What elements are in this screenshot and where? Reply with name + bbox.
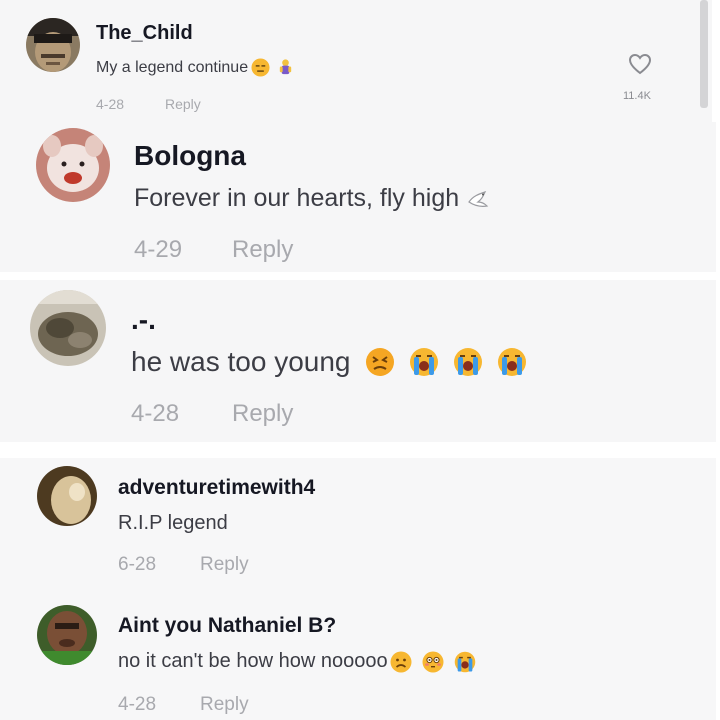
man-bowing-icon (276, 58, 295, 77)
persevering-face-icon (365, 347, 395, 377)
loudly-crying-face-icon (497, 347, 527, 377)
comment-body: R.I.P legend (118, 512, 228, 534)
loudly-crying-face-icon (409, 347, 439, 377)
like-count: 11.4K (623, 90, 651, 102)
comment-text: he was too young (131, 346, 527, 378)
avatar[interactable] (37, 605, 97, 665)
comment-text: Forever in our hearts, fly high (134, 184, 491, 213)
comment-body: no it can't be how how nooooo (118, 650, 388, 672)
reply-button[interactable]: Reply (232, 236, 293, 264)
username[interactable]: Bologna (134, 140, 246, 172)
comment-date: 4-29 (134, 236, 183, 263)
flushed-face-icon (422, 651, 444, 673)
reply-button[interactable]: Reply (200, 554, 249, 576)
comment-body: Forever in our hearts, fly high (134, 184, 460, 212)
reply-button[interactable]: Reply (232, 400, 293, 428)
loudly-crying-face-icon (453, 347, 483, 377)
comment-text: My a legend continue (96, 58, 295, 77)
reply-button[interactable]: Reply (165, 96, 201, 112)
comment-date: 4-28 (118, 694, 157, 715)
avatar[interactable] (36, 128, 110, 202)
frowning-face-icon (390, 651, 412, 673)
comment-text: no it can't be how how nooooo (118, 650, 476, 673)
loudly-crying-face-icon (454, 651, 476, 673)
heart-outline-icon[interactable] (628, 53, 652, 75)
comment-item: .-. he was too young 4-28 Reply (0, 280, 716, 442)
reply-button[interactable]: Reply (200, 694, 249, 716)
expressionless-face-icon (251, 58, 270, 77)
comment-text: R.I.P legend (118, 512, 228, 535)
comment-body: My a legend continue (96, 58, 249, 76)
comment-date: 4-28 (131, 400, 180, 427)
scrollbar[interactable] (700, 0, 708, 108)
dove-icon (465, 186, 491, 212)
comment-body: he was too young (131, 346, 351, 377)
comment-item: The_Child My a legend continue 4-28 Repl… (0, 0, 712, 122)
username[interactable]: .-. (131, 304, 156, 336)
avatar[interactable] (37, 466, 97, 526)
username[interactable]: Aint you Nathaniel B? (118, 614, 336, 638)
avatar[interactable] (30, 290, 106, 366)
comment-item: Bologna Forever in our hearts, fly high … (0, 122, 716, 272)
username[interactable]: The_Child (96, 22, 193, 45)
comment-list: adventuretimewith4 R.I.P legend 6-28 Rep… (0, 458, 716, 720)
comment-date: 6-28 (118, 554, 157, 575)
comment-date: 4-28 (96, 96, 125, 112)
avatar[interactable] (26, 18, 80, 72)
username[interactable]: adventuretimewith4 (118, 476, 315, 500)
